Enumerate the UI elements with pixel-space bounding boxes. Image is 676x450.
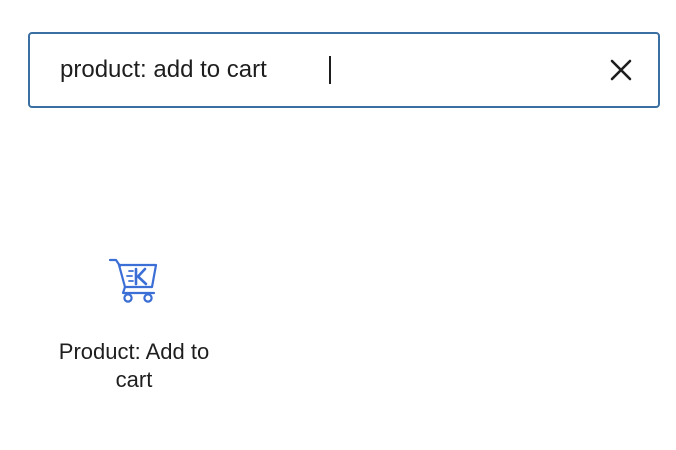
block-result-product-add-to-cart[interactable]: Product: Add to cart [48,246,220,406]
close-icon [610,59,632,81]
clear-search-button[interactable] [604,53,638,87]
block-result-label: Product: Add to cart [58,339,210,392]
block-search-box [28,32,660,108]
shopping-cart-icon [108,258,158,303]
text-caret [329,56,331,84]
block-search-input[interactable] [60,34,580,106]
